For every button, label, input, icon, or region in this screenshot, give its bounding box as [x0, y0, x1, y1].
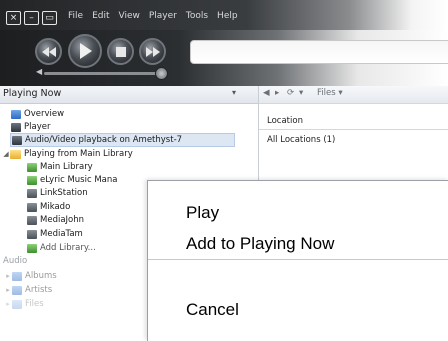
tree-item-label: Playing from Main Library: [24, 149, 133, 159]
menu-item-cancel[interactable]: Cancel: [186, 300, 239, 320]
search-box[interactable]: [190, 40, 448, 64]
menu-item-play[interactable]: Play: [186, 203, 219, 223]
tree-item-overview[interactable]: Overview: [11, 108, 64, 120]
menu-player[interactable]: Player: [149, 11, 177, 21]
column-header-location[interactable]: Location: [267, 116, 303, 126]
tree-item-zone[interactable]: Audio/Video playback on Amethyst-7: [10, 133, 235, 147]
tree-item-label: MediaTam: [40, 229, 83, 239]
chevron-down-icon[interactable]: ▾: [232, 88, 236, 97]
expand-arrow-icon[interactable]: ▸: [4, 286, 12, 294]
volume-slider-knob[interactable]: [155, 67, 168, 80]
pane-header[interactable]: Playing Now ▾: [0, 86, 258, 104]
tree-item-linkstation[interactable]: LinkStation: [27, 187, 88, 199]
section-audio-heading: Audio: [3, 256, 28, 266]
tree-item-label: LinkStation: [40, 188, 88, 198]
minimize-window-button[interactable]: –: [24, 11, 39, 25]
tree-item-label: Player: [24, 122, 51, 132]
pane-header-title: Playing Now: [3, 88, 62, 99]
next-icon: [145, 46, 160, 57]
menu-edit[interactable]: Edit: [92, 11, 109, 21]
player-icon: [11, 122, 21, 132]
tree-item-playing-from[interactable]: ◢ Playing from Main Library: [2, 148, 133, 160]
network-library-icon: [27, 188, 37, 198]
overview-icon: [11, 109, 21, 119]
files-menu-label: Files: [317, 88, 336, 98]
network-library-icon: [27, 229, 37, 239]
menu-file[interactable]: File: [68, 11, 83, 21]
tree-item-label: Albums: [25, 271, 57, 281]
tree-item-label: Audio/Video playback on Amethyst-7: [25, 135, 183, 145]
tree-item-albums[interactable]: ▸ Albums: [4, 270, 57, 282]
tree-item-files[interactable]: ▸ Files: [4, 298, 44, 310]
tree-item-artists[interactable]: ▸ Artists: [4, 284, 52, 296]
tree-item-mediatam[interactable]: MediaTam: [27, 228, 83, 240]
tree-item-mediajohn[interactable]: MediaJohn: [27, 214, 84, 226]
tree-item-label: eLyric Music Mana: [40, 175, 118, 185]
albums-icon: [12, 271, 22, 281]
add-library-icon: [27, 243, 37, 253]
next-button[interactable]: [139, 38, 166, 65]
tree-item-main-library[interactable]: Main Library: [27, 161, 93, 173]
zone-icon: [12, 135, 22, 145]
refresh-icon[interactable]: ⟳: [287, 88, 294, 98]
previous-button[interactable]: [35, 38, 62, 65]
network-library-icon: [27, 202, 37, 212]
menu-tools[interactable]: Tools: [186, 11, 208, 21]
previous-icon: [41, 46, 56, 57]
tree-item-label: Files: [25, 299, 44, 309]
tree-item-mikado[interactable]: Mikado: [27, 201, 70, 213]
back-icon[interactable]: ◀: [263, 88, 270, 98]
forward-icon[interactable]: ▸: [275, 88, 279, 98]
menu-view[interactable]: View: [119, 11, 140, 21]
expand-arrow-icon[interactable]: ▸: [4, 300, 12, 308]
files-menu[interactable]: Files ▾: [317, 88, 343, 98]
menu-item-add-to-playing-now[interactable]: Add to Playing Now: [186, 234, 334, 254]
expand-arrow-icon[interactable]: ◢: [2, 150, 10, 158]
library-icon: [27, 162, 37, 172]
network-library-icon: [27, 215, 37, 225]
close-window-button[interactable]: ×: [6, 11, 21, 25]
volume-slider-track[interactable]: [44, 72, 164, 75]
tree-item-label: Add Library...: [40, 243, 96, 253]
context-menu: Play Add to Playing Now Cancel: [147, 180, 448, 341]
tree-item-label: Artists: [25, 285, 53, 295]
stop-icon: [115, 46, 126, 57]
play-button[interactable]: [68, 34, 102, 68]
files-icon: [12, 299, 22, 309]
chevron-down-icon[interactable]: ▾: [299, 88, 303, 98]
tree-item-label: Mikado: [40, 202, 71, 212]
maximize-window-button[interactable]: ▭: [42, 11, 57, 25]
play-icon: [80, 43, 92, 59]
tree-item-label: Main Library: [40, 162, 93, 172]
tree-item-label: MediaJohn: [40, 215, 85, 225]
list-row-all-locations[interactable]: All Locations (1): [267, 135, 335, 145]
library-icon: [27, 175, 37, 185]
menu-bar: File Edit View Player Tools Help: [68, 11, 247, 21]
tree-item-elyric[interactable]: eLyric Music Mana: [27, 174, 117, 186]
volume-icon: ◀: [36, 67, 43, 76]
tree-item-add-library[interactable]: Add Library...: [27, 242, 96, 254]
menu-separator: [148, 259, 448, 260]
expand-arrow-icon[interactable]: ▸: [4, 272, 12, 280]
stop-button[interactable]: [107, 38, 134, 65]
right-toolbar: ◀ ▸ ⟳ ▾ Files ▾: [259, 86, 448, 104]
column-divider: [259, 129, 448, 130]
folder-icon: [10, 149, 21, 159]
tree-item-label: Overview: [24, 109, 65, 119]
tree-item-player[interactable]: Player: [11, 121, 50, 133]
menu-help[interactable]: Help: [217, 11, 238, 21]
title-bar: × – ▭ File Edit View Player Tools Help: [0, 0, 448, 30]
artists-icon: [12, 285, 22, 295]
